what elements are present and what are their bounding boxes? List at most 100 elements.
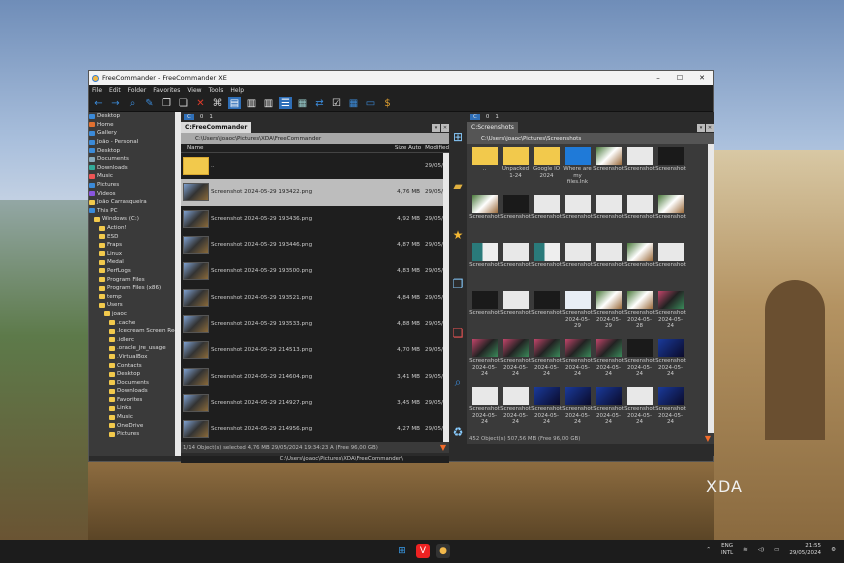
thumbnail-item[interactable]: Screenshot 2024-05-24: [469, 336, 500, 384]
thumbnail-item[interactable]: Screenshot: [531, 288, 562, 336]
screen-icon[interactable]: ▭: [364, 97, 377, 109]
file-row[interactable]: Screenshot 2024-05-29 214927.png 3,45 MB 2…: [181, 390, 449, 416]
rename-pencil-icon[interactable]: ✎: [143, 97, 156, 109]
thumbnail-item[interactable]: Screenshot 2024-05-29: [562, 288, 593, 336]
wifi-icon[interactable]: ≋: [743, 547, 748, 554]
tab-close-icon[interactable]: ✕: [706, 123, 714, 132]
thumbnail-item[interactable]: Screenshot 2024-05-24: [562, 336, 593, 384]
layout-icon[interactable]: ▦: [347, 97, 360, 109]
tree-item[interactable]: joaoc: [89, 310, 181, 319]
drive-0[interactable]: 0: [486, 114, 490, 120]
drive-c[interactable]: C: [470, 114, 480, 120]
thumbnail-item[interactable]: [500, 432, 531, 433]
thumbnail-item[interactable]: [531, 432, 562, 433]
vivaldi-icon[interactable]: V: [416, 544, 430, 558]
tree-item[interactable]: .cache: [89, 318, 181, 327]
tree-item[interactable]: Desktop: [89, 370, 181, 379]
thumbnail-item[interactable]: [562, 432, 593, 433]
tree-item[interactable]: Downloads: [89, 387, 181, 396]
maximize-button[interactable]: ☐: [669, 74, 691, 82]
thumbnail-item[interactable]: Screenshot: [593, 240, 624, 288]
binoculars-icon[interactable]: ⌘: [211, 97, 224, 109]
thumbnail-item[interactable]: Screenshot: [469, 192, 500, 240]
compare-icon[interactable]: ▦: [296, 97, 309, 109]
thumbnail-item[interactable]: Screenshot: [624, 240, 655, 288]
menu-folder[interactable]: Folder: [128, 87, 147, 94]
thumbnail-item[interactable]: Screenshot 2024-05-24: [624, 336, 655, 384]
tree-item[interactable]: João Carrasqueira: [89, 198, 181, 207]
thumbnail-item[interactable]: Screenshot: [500, 240, 531, 288]
thumbnail-item[interactable]: Screenshot: [624, 192, 655, 240]
tree-item[interactable]: PerfLogs: [89, 267, 181, 276]
clock[interactable]: 21:55 29/05/2024: [789, 543, 821, 557]
volume-icon[interactable]: ◁): [758, 547, 764, 554]
thumbnail-item[interactable]: Screenshot 2024-05-24: [531, 336, 562, 384]
file-row[interactable]: Screenshot 2024-05-29 214604.png 3,41 MB 2…: [181, 363, 449, 389]
thumbnail-item[interactable]: Screenshot 2024-05-24: [655, 336, 686, 384]
column-name[interactable]: Name: [187, 145, 204, 151]
view-panes-icon[interactable]: ▥: [262, 97, 275, 109]
tree-item[interactable]: Medal: [89, 258, 181, 267]
minimize-button[interactable]: –: [647, 74, 669, 82]
view-columns-icon[interactable]: ▥: [245, 97, 258, 109]
thumbnail-item[interactable]: Screenshot: [500, 288, 531, 336]
delete-icon[interactable]: ✕: [194, 97, 207, 109]
tree-item[interactable]: OneDrive: [89, 421, 181, 430]
menu-edit[interactable]: Edit: [109, 87, 121, 94]
copy-icon[interactable]: ❐: [160, 97, 173, 109]
back-icon[interactable]: ←: [92, 97, 105, 109]
tree-item[interactable]: .idlerc: [89, 335, 181, 344]
thumbnail-item[interactable]: Screenshot: [655, 192, 686, 240]
tab-screenshots[interactable]: C:Screenshots: [467, 122, 518, 133]
copy-files-icon[interactable]: ❐: [453, 277, 464, 291]
drive-0[interactable]: 0: [200, 114, 204, 120]
sync-icon[interactable]: ⇄: [313, 97, 326, 109]
file-row[interactable]: Screenshot 2024-05-29 193533.png 4,88 MB 2…: [181, 311, 449, 337]
checklist-icon[interactable]: ☑: [330, 97, 343, 109]
file-row[interactable]: Screenshot 2024-05-29 193422.png 4,76 MB 2…: [181, 179, 449, 206]
thumbnail-item[interactable]: Screenshot: [500, 192, 531, 240]
tree-item[interactable]: .VirtualBox: [89, 353, 181, 362]
money-folder-icon[interactable]: $: [381, 97, 394, 109]
thumbnail-item[interactable]: Screenshot 2024-05-24: [500, 336, 531, 384]
tree-item[interactable]: temp: [89, 292, 181, 301]
thumbnail-item[interactable]: Screenshot: [624, 144, 655, 192]
tree-item[interactable]: Linux: [89, 250, 181, 259]
tree-item[interactable]: Home: [89, 121, 181, 130]
move-icon[interactable]: ❏: [177, 97, 190, 109]
thumbnail-item[interactable]: [624, 432, 655, 433]
tree-item[interactable]: .oracle_jre_usage: [89, 344, 181, 353]
tree-item[interactable]: Desktop: [89, 146, 181, 155]
thumbnail-item[interactable]: Google IO 2024: [531, 144, 562, 192]
tree-item[interactable]: Pictures: [89, 430, 181, 439]
menu-favorites[interactable]: Favorites: [153, 87, 180, 94]
thumbnail-item[interactable]: [593, 432, 624, 433]
search-icon[interactable]: ⌕: [126, 97, 139, 109]
thumbnail-item[interactable]: Screenshot: [593, 192, 624, 240]
tree-item[interactable]: This PC: [89, 207, 181, 216]
thumbnail-item[interactable]: Screenshot 2024-05-24: [562, 384, 593, 432]
thumbnail-item[interactable]: Screenshot: [531, 240, 562, 288]
file-row[interactable]: Screenshot 2024-05-29 214513.png 4,70 MB 2…: [181, 337, 449, 363]
thumbnail-item[interactable]: Screenshot: [562, 240, 593, 288]
thumbnail-item[interactable]: Screenshot: [562, 192, 593, 240]
tree-item[interactable]: Videos: [89, 189, 181, 198]
tree-item[interactable]: Favorites: [89, 396, 181, 405]
thumbnail-item[interactable]: Unpacked 1-24: [500, 144, 531, 192]
thumbnail-item[interactable]: ..: [469, 144, 500, 192]
view-details-icon[interactable]: ▤: [228, 97, 241, 109]
tree-item[interactable]: Downloads: [89, 164, 181, 173]
tree-item[interactable]: .Icecream Screen Reco: [89, 327, 181, 336]
drive-c[interactable]: C: [184, 114, 194, 120]
thumbnail-item[interactable]: Screenshot: [531, 192, 562, 240]
file-row[interactable]: Screenshot 2024-05-29 193446.png 4,87 MB 2…: [181, 232, 449, 258]
thumbnail-item[interactable]: Screenshot: [469, 240, 500, 288]
forward-icon[interactable]: →: [109, 97, 122, 109]
thumbnail-item[interactable]: Screenshot 2024-05-24: [624, 384, 655, 432]
thumbnail-item[interactable]: [655, 432, 686, 433]
thumbnail-item[interactable]: Screenshot 2024-05-24: [655, 288, 686, 336]
file-row[interactable]: Screenshot 2024-05-29 193521.png 4,84 MB 2…: [181, 284, 449, 310]
delete-files-icon[interactable]: ❏: [453, 326, 464, 340]
thumbnail-item[interactable]: Where are my files.lnk: [562, 144, 593, 192]
thumbnail-item[interactable]: Screenshot 2024-05-24: [469, 384, 500, 432]
